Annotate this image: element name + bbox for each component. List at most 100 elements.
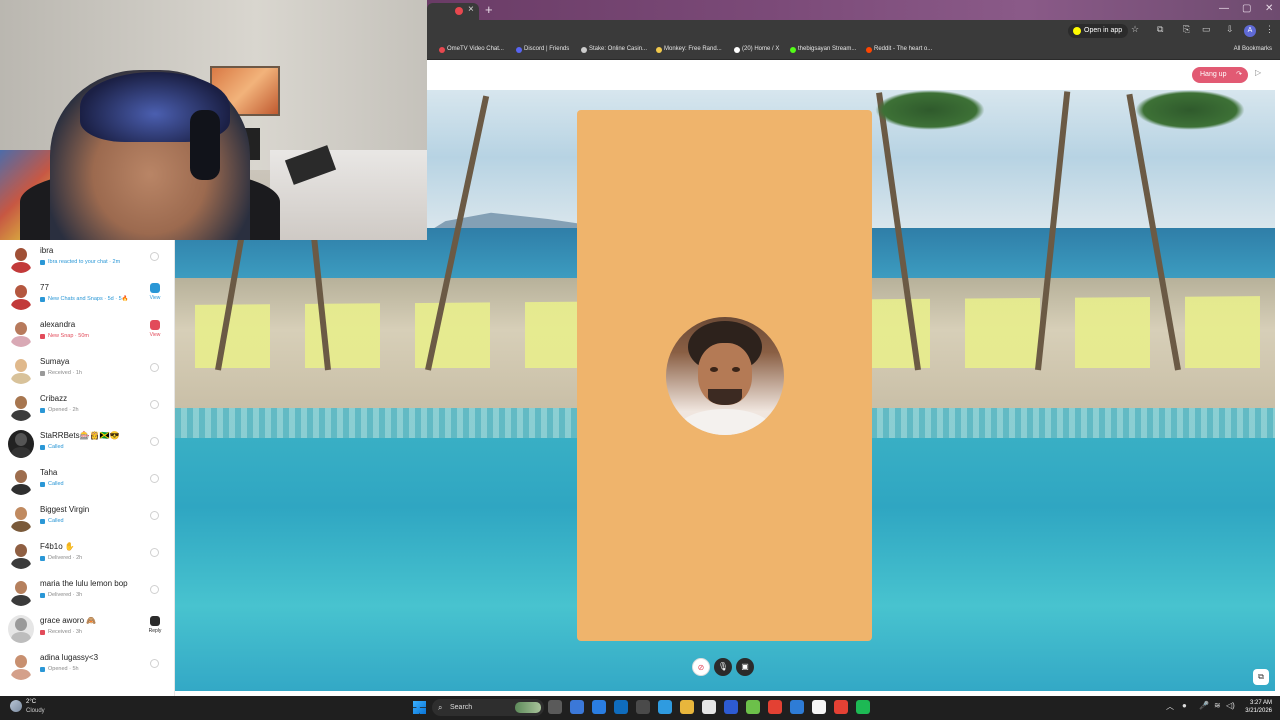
chat-name: Biggest Virgin [40, 505, 90, 514]
restore-icon[interactable]: ▢ [1242, 3, 1251, 14]
chat-list-item[interactable]: maria the lulu lemon bop Delivered · 3h [0, 573, 174, 610]
taskbar-app-icon[interactable] [702, 700, 716, 714]
minimize-icon[interactable]: — [1219, 3, 1229, 14]
profile-avatar[interactable]: A [1244, 25, 1256, 37]
camera-off-icon[interactable]: ⊘ [692, 658, 710, 676]
view-button[interactable]: View [146, 320, 164, 338]
avatar-eye [732, 367, 740, 372]
taskbar-app-icon[interactable] [746, 700, 760, 714]
hang-up-button[interactable]: Hang up ↷ [1192, 67, 1248, 83]
tray-app-icon[interactable]: ● [1182, 701, 1187, 710]
chat-list-item[interactable]: Cribazz Opened · 2h [0, 388, 174, 425]
chat-status: Received · 1h [40, 370, 82, 376]
taskbar-app-icon[interactable] [790, 700, 804, 714]
taskbar-app-icon[interactable] [834, 700, 848, 714]
bookmark-item[interactable]: (20) Home / X [734, 46, 779, 53]
bookmark-item[interactable]: OmeTV Video Chat... [439, 46, 504, 53]
quick-snap-camera-icon[interactable] [150, 437, 159, 446]
chat-status: Delivered · 2h [40, 555, 82, 561]
chat-list-item[interactable]: F4b1o ✋ Delivered · 2h [0, 536, 174, 573]
weather-temperature: 2°C [26, 699, 37, 705]
chat-name: Cribazz [40, 394, 68, 403]
all-bookmarks-link[interactable]: All Bookmarks [1234, 46, 1272, 52]
expand-icon[interactable]: ▷ [1255, 68, 1261, 77]
snap-icon [150, 320, 160, 330]
chat-list-item[interactable]: Biggest Virgin Called [0, 499, 174, 536]
quick-snap-camera-icon[interactable] [150, 659, 159, 668]
taskbar-app-icon[interactable] [570, 700, 584, 714]
reply-button[interactable]: Reply [146, 616, 164, 634]
wifi-icon[interactable]: ≋ [1214, 701, 1221, 710]
quick-snap-camera-icon[interactable] [150, 400, 159, 409]
taskbar-app-icon[interactable] [592, 700, 606, 714]
quick-snap-camera-icon[interactable] [150, 511, 159, 520]
search-label: Search [450, 704, 473, 711]
chat-list-item[interactable]: adina lugassy<3 Opened · 5h [0, 647, 174, 684]
quick-snap-camera-icon[interactable] [150, 252, 159, 261]
quick-snap-camera-icon[interactable] [150, 363, 159, 372]
taskbar-app-icon[interactable] [614, 700, 628, 714]
microphone-icon[interactable]: 🎙 [714, 658, 732, 676]
volume-icon[interactable]: ◁) [1226, 701, 1235, 710]
chat-list: ibra Ibra reacted to your chat · 2m 77 New … [0, 240, 175, 696]
view-button[interactable]: View [146, 283, 164, 301]
clock-time: 3:27 AM [1249, 700, 1272, 706]
chat-status: Called [40, 481, 64, 487]
extensions-icon[interactable]: ⧉ [1157, 24, 1163, 35]
chat-name: Sumaya [40, 357, 70, 366]
webcam-overlay [0, 0, 427, 240]
bookmark-item[interactable]: Monkey: Free Rand... [656, 46, 722, 53]
cast-icon[interactable]: ⎘ [1183, 24, 1190, 35]
quick-snap-camera-icon[interactable] [150, 474, 159, 483]
taskbar-app-icon[interactable] [724, 700, 738, 714]
chat-name: grace aworo 🙈 [40, 616, 97, 625]
taskbar-app-icon[interactable] [548, 700, 562, 714]
downloads-icon[interactable]: ⇩ [1226, 24, 1234, 35]
participant-bitmoji-avatar [666, 317, 784, 435]
chat-list-item[interactable]: alexandra New Snap · 50m View [0, 314, 174, 351]
action-label: Reply [148, 628, 162, 634]
weather-icon[interactable] [10, 700, 22, 712]
window-close-icon[interactable]: ✕ [1265, 3, 1273, 14]
chat-list-item[interactable]: ibra Ibra reacted to your chat · 2m [0, 240, 174, 277]
browser-menu-icon[interactable]: ⋮ [1265, 24, 1274, 35]
chat-status: Called [40, 444, 64, 450]
avatar [8, 393, 34, 421]
quick-snap-camera-icon[interactable] [150, 585, 159, 594]
bookmark-item[interactable]: thebigsayan Stream... [790, 46, 856, 53]
bookmark-item[interactable]: Stake: Online Casin... [581, 46, 647, 53]
tray-microphone-icon[interactable]: 🎤 [1199, 701, 1209, 710]
chat-list-item[interactable]: Sumaya Received · 1h [0, 351, 174, 388]
start-menu-icon[interactable] [413, 701, 426, 714]
chat-list-item[interactable]: StaRRBets🎰👸🇯🇲😎 Called [0, 425, 174, 462]
hang-up-icon: ↷ [1236, 71, 1242, 78]
sidebar-icon[interactable]: ▭ [1202, 24, 1211, 35]
tray-chevron-icon[interactable]: ︿ [1166, 701, 1174, 712]
fullscreen-icon[interactable]: ⧉ [1253, 669, 1269, 685]
search-highlight-badge [515, 702, 541, 713]
taskbar-app-icon[interactable] [812, 700, 826, 714]
chat-list-item[interactable]: grace aworo 🙈 Received · 3h Reply [0, 610, 174, 647]
chat-list-item[interactable]: Taha Called [0, 462, 174, 499]
avatar [8, 319, 34, 347]
quick-snap-camera-icon[interactable] [150, 548, 159, 557]
bookmark-item[interactable]: Discord | Friends [516, 46, 569, 53]
taskbar-app-icon[interactable] [658, 700, 672, 714]
taskbar-app-icon[interactable] [680, 700, 694, 714]
chat-list-item[interactable]: 77 New Chats and Snaps · 5d · 5🔥 View [0, 277, 174, 314]
chat-status: Called [40, 518, 64, 524]
tab-close-icon[interactable]: × [468, 4, 474, 15]
taskbar-search[interactable]: ⌕ Search [432, 699, 544, 716]
taskbar-app-icon[interactable] [636, 700, 650, 714]
chat-name: StaRRBets🎰👸🇯🇲😎 [40, 431, 120, 440]
new-tab-icon[interactable]: + [485, 2, 493, 17]
taskbar-app-icon[interactable] [856, 700, 870, 714]
active-tab[interactable]: × [427, 3, 479, 20]
taskbar-clock[interactable]: 3:27 AM 3/21/2026 [1236, 699, 1272, 715]
open-in-app-button[interactable]: Open in app [1068, 24, 1129, 38]
chat-status: Opened · 2h [40, 407, 79, 413]
bookmark-item[interactable]: Reddit - The heart o... [866, 46, 932, 53]
taskbar-app-icon[interactable] [768, 700, 782, 714]
camera-icon[interactable]: ▣ [736, 658, 754, 676]
bookmark-star-icon[interactable]: ☆ [1131, 24, 1139, 35]
